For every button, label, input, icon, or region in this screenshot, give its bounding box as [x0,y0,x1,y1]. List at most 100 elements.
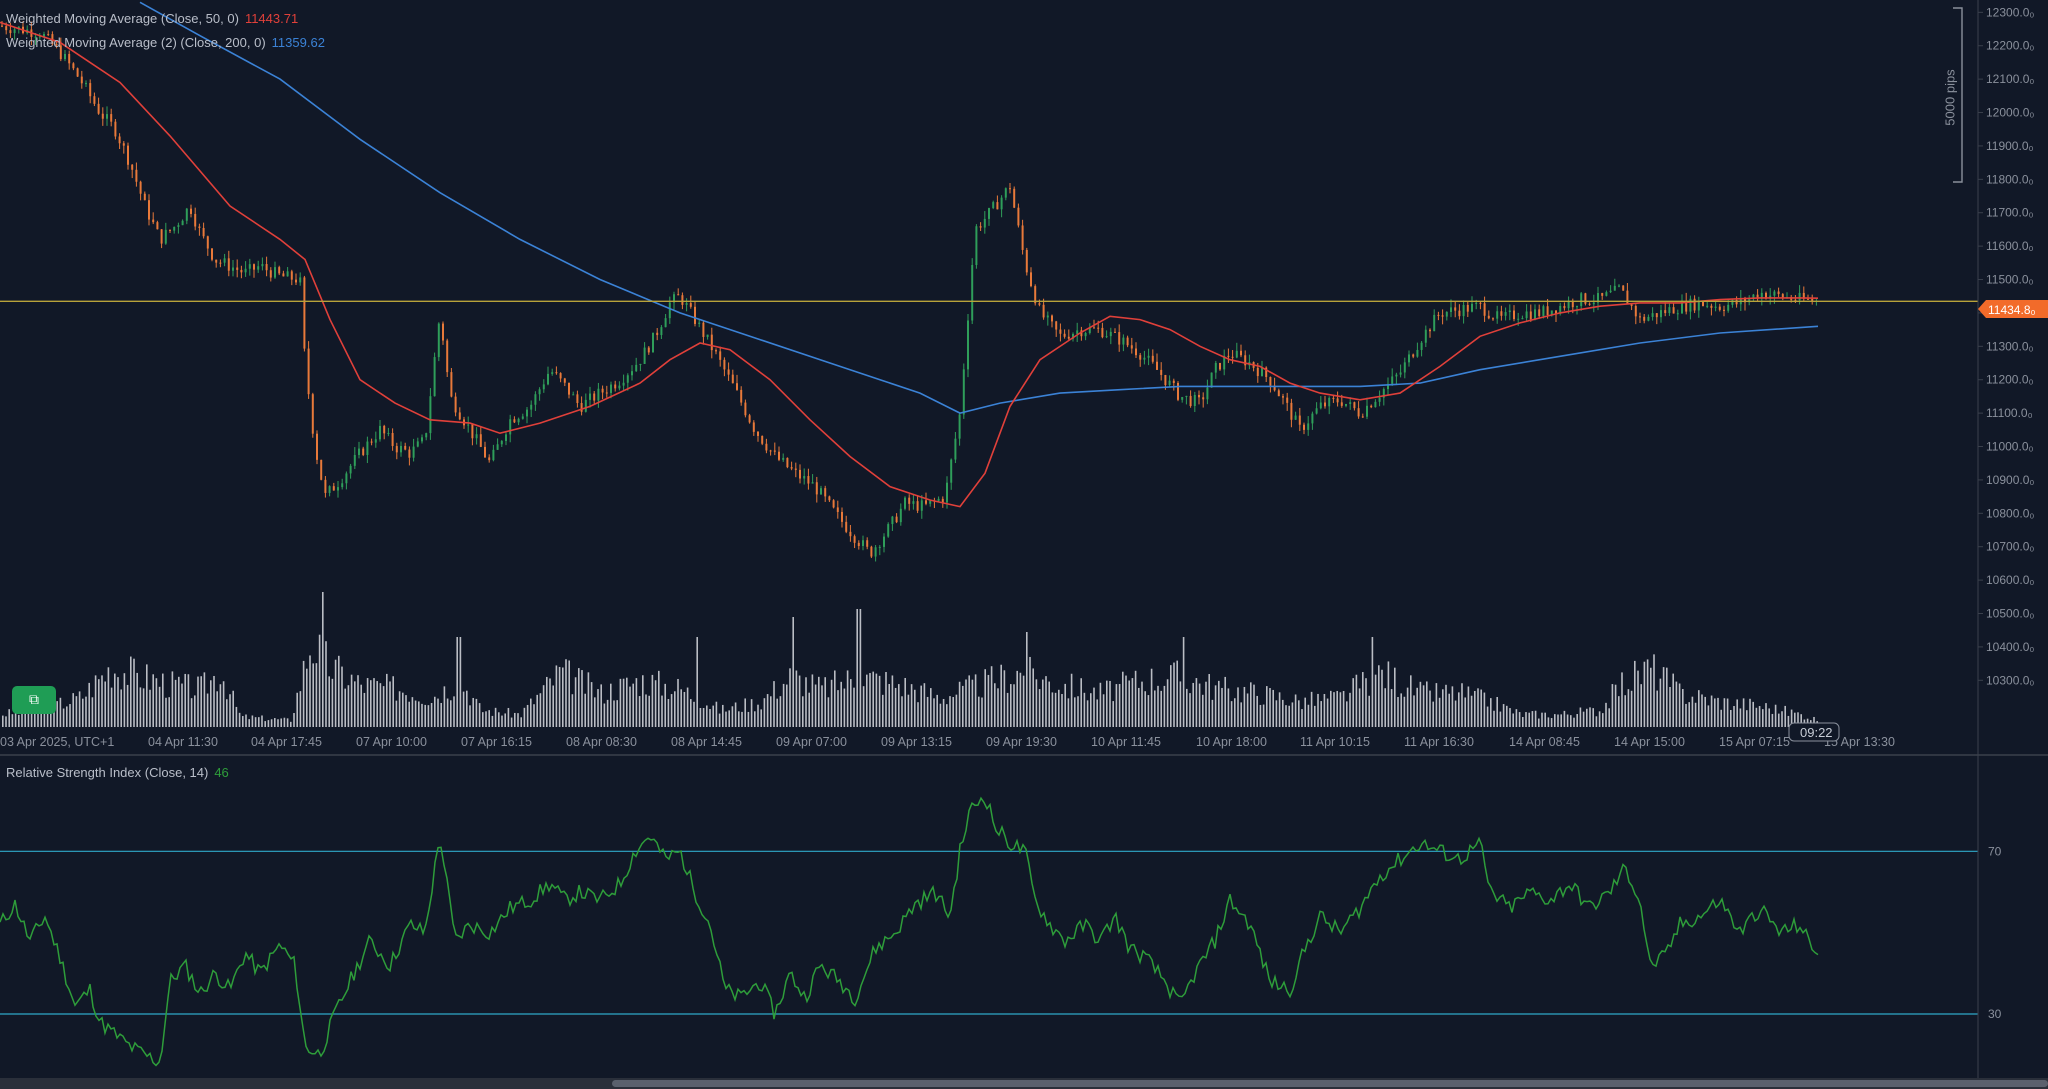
candle-body [1172,380,1175,383]
volume-bar [1349,692,1351,727]
volume-bar [120,689,122,727]
volume-bar [552,685,554,727]
volume-bar [1518,712,1521,727]
volume-bar [526,704,529,727]
candle-body [761,435,764,444]
volume-bar [1339,692,1342,727]
candle-body [715,350,717,352]
price-tick-label: 12100.0₀ [1986,72,2034,86]
volume-bar [1787,715,1790,727]
chart-logo-icon[interactable]: ⧉ [12,686,56,714]
candle-body [1135,348,1137,356]
volume-bar [379,683,382,727]
candle-body [576,394,579,404]
volume-bar [1262,704,1265,727]
volume-bar [446,698,449,727]
legend-wma50[interactable]: Weighted Moving Average (Close, 50, 0) 11… [6,11,298,26]
volume-bar [997,688,999,727]
volume-bar [110,687,113,727]
volume-bar [5,716,7,727]
candle-body [1177,382,1179,400]
candle-body [446,340,449,373]
volume-bar [1326,698,1329,727]
volume-bar [242,716,244,727]
chart-area[interactable]: 12300.0₀ 12200.0₀ 12100.0₀ 12000.0₀ 11900.0₀… [0,0,2048,1089]
volume-bar [258,717,260,727]
volume-bar [814,684,817,727]
candle-body [530,404,533,410]
price-tick-label: 11000.0₀ [1986,440,2033,454]
volume-bar [1131,678,1134,727]
volume-bar [210,680,212,727]
volume-bar [821,685,823,727]
candle-body [1118,332,1121,345]
volume-bar [1192,682,1194,727]
volume-bar [338,655,340,727]
candle-body [1424,329,1427,343]
volume-bar [254,717,257,727]
volume-bar [1054,692,1057,727]
volume-bar [1384,688,1386,727]
candle-body [857,542,860,546]
volume-bar [776,698,778,727]
candle-body [1475,302,1478,304]
volume-bar [616,700,618,727]
horizontal-scrollbar[interactable] [0,1078,2048,1089]
volume-bar [443,686,446,727]
legend-wma50-label: Weighted Moving Average (Close, 50, 0) [6,11,239,26]
volume-bar [117,677,119,727]
volume-bar [1125,675,1127,727]
candle-body [534,394,537,405]
volume-bar [744,698,746,727]
candle-body [484,446,486,458]
candle-body [1664,310,1667,314]
candle-body [626,375,629,383]
volume-bar [891,675,894,727]
candle-body [236,267,239,270]
volume-bar [344,688,346,727]
candle-body [1269,377,1272,386]
volume-bar [517,713,519,727]
volume-bar [1634,660,1636,727]
volume-bar [427,705,430,727]
volume-bar [1525,712,1527,727]
volume-bar [1451,686,1454,727]
candle-body [76,68,79,77]
volume-bar [11,714,14,727]
candle-body [421,437,423,442]
volume-bar [1346,701,1348,727]
legend-wma200[interactable]: Weighted Moving Average (2) (Close, 200,… [6,35,325,50]
volume-bar [1029,656,1031,727]
volume-bar [974,674,977,727]
candle-body [1634,305,1637,317]
volume-bar [789,668,791,727]
scrollbar-thumb[interactable] [612,1080,2048,1087]
volume-bar [1653,654,1655,727]
legend-rsi[interactable]: Relative Strength Index (Close, 14) 46 [6,765,229,780]
volume-bar [1019,672,1022,727]
volume-bar [1464,697,1466,727]
candle-body [299,277,302,283]
candle-body [1798,292,1801,301]
candle-body [1345,404,1347,406]
volume-bar [1598,711,1601,727]
volume-bar [1304,697,1306,727]
candle-body [383,425,386,434]
volume-bar [914,689,916,727]
volume-bar [1640,684,1642,727]
candle-body [899,508,902,523]
candle-body [261,264,264,267]
volume-bar [261,715,263,727]
volume-bar [926,696,929,727]
volume-bar [1160,690,1162,727]
volume-bar [376,681,378,727]
volume-bar [1544,712,1546,727]
volume-bar [1406,687,1409,727]
price-tick-label: 10400.0₀ [1986,640,2034,654]
candle-body [1311,413,1314,424]
volume-bar [1675,681,1678,727]
candle-body [1542,306,1545,317]
candle-body [1361,416,1364,418]
candle-body [505,434,507,441]
volume-bar [1739,708,1742,727]
